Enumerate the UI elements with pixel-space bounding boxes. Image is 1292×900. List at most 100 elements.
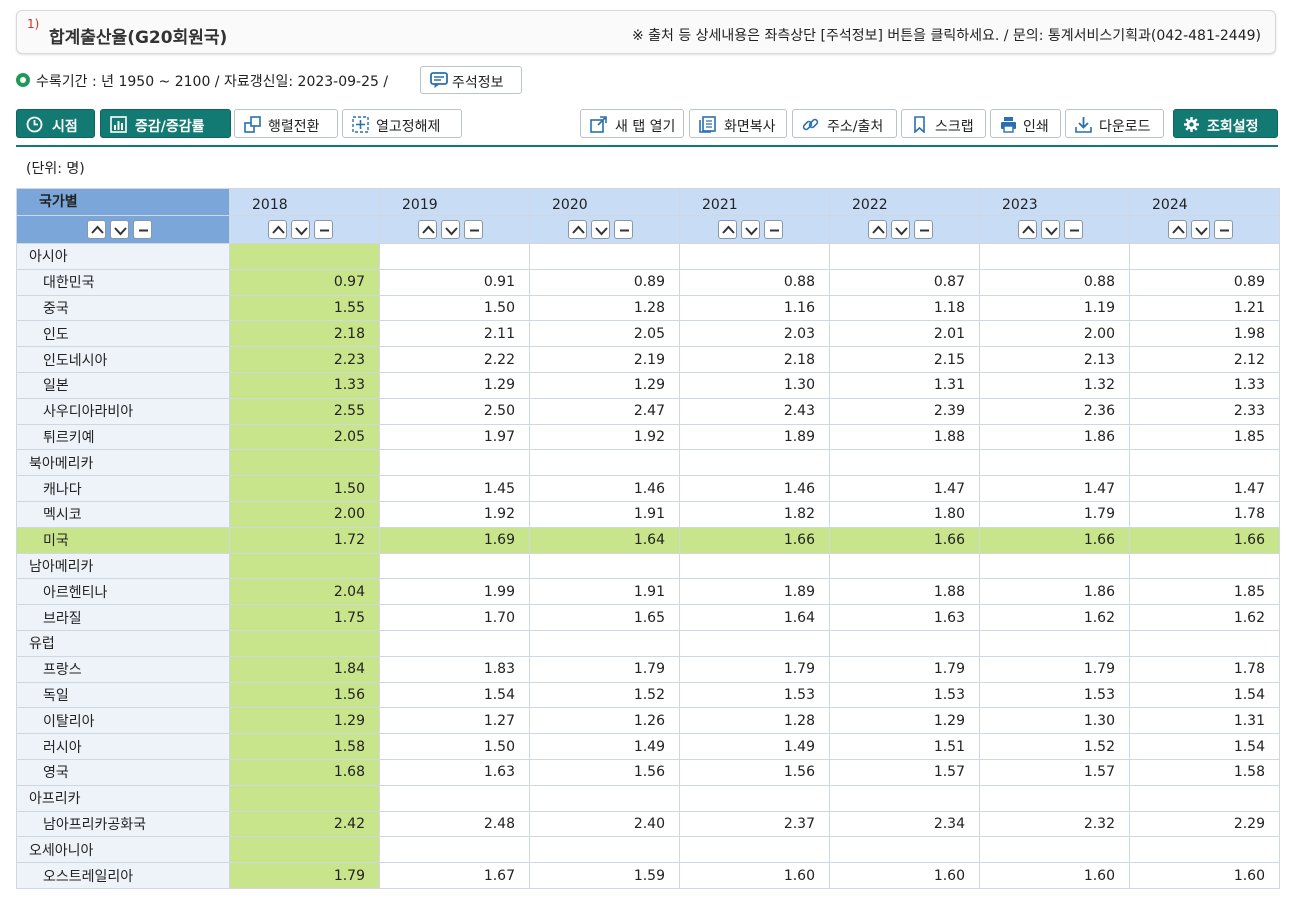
value-cell: 1.56 — [679, 758, 830, 786]
unfreeze-button[interactable]: 열고정해제 — [342, 109, 462, 138]
table-row[interactable]: 브라질 1.75 1.70 1.65 1.64 1.63 1.62 1.62 — [16, 604, 1280, 631]
screen-copy-button[interactable]: 화면복사 — [689, 109, 787, 138]
table-row[interactable]: 미국 1.72 1.69 1.64 1.66 1.66 1.66 1.66 — [16, 526, 1280, 554]
page-title: 합계출산율(G20회원국) — [49, 28, 228, 48]
empty-cell — [379, 449, 530, 477]
value-cell: 2.50 — [379, 397, 530, 425]
sort-reset-button[interactable] — [464, 220, 483, 239]
sort-reset-button[interactable] — [1214, 220, 1233, 239]
sort-ascending-button[interactable] — [268, 220, 287, 239]
group-row[interactable]: 아시아 — [16, 243, 1280, 270]
table-row[interactable]: 프랑스 1.84 1.83 1.79 1.79 1.79 1.79 1.78 — [16, 655, 1280, 683]
scrap-button[interactable]: 스크랩 — [901, 109, 986, 138]
country-name: 일본 — [16, 371, 230, 399]
pivot-button[interactable]: 행렬전환 — [234, 109, 338, 138]
sort-descending-button[interactable] — [441, 220, 460, 239]
value-cell: 2.23 — [229, 346, 380, 373]
value-cell: 0.89 — [529, 268, 680, 296]
sort-descending-button[interactable] — [110, 220, 129, 239]
table-row[interactable]: 일본 1.33 1.29 1.29 1.30 1.31 1.32 1.33 — [16, 371, 1280, 399]
new-tab-button-label: 새 탭 열기 — [615, 119, 676, 135]
value-cell: 1.79 — [979, 500, 1130, 528]
sort-ascending-button[interactable] — [568, 220, 587, 239]
table-row[interactable]: 인도네시아 2.23 2.22 2.19 2.18 2.15 2.13 2.12 — [16, 346, 1280, 373]
table-row[interactable]: 영국 1.68 1.63 1.56 1.56 1.57 1.57 1.58 — [16, 758, 1280, 786]
period-button[interactable]: 시점 — [16, 109, 95, 138]
sort-reset-button[interactable] — [764, 220, 783, 239]
footnote-button[interactable]: 주석정보 — [420, 66, 522, 94]
table-row[interactable]: 튀르키예 2.05 1.97 1.92 1.89 1.88 1.86 1.85 — [16, 423, 1280, 451]
value-cell: 1.60 — [829, 862, 980, 889]
download-button[interactable]: 다운로드 — [1065, 109, 1164, 138]
table-row[interactable]: 사우디아라비아 2.55 2.50 2.47 2.43 2.39 2.36 2.33 — [16, 397, 1280, 425]
unit-label: (단위: 명) — [26, 161, 85, 177]
sort-descending-button[interactable] — [1041, 220, 1060, 239]
value-cell: 0.87 — [829, 268, 980, 296]
sort-descending-button[interactable] — [891, 220, 910, 239]
sort-reset-button[interactable] — [914, 220, 933, 239]
empty-cell — [379, 629, 530, 657]
value-cell: 1.68 — [229, 758, 380, 786]
value-cell: 2.18 — [679, 346, 830, 373]
footnote-marker[interactable]: 1) — [27, 17, 39, 31]
value-cell: 0.89 — [1129, 268, 1280, 296]
group-row[interactable]: 오세아니아 — [16, 836, 1280, 864]
value-cell: 1.63 — [829, 604, 980, 631]
comment-icon — [430, 72, 448, 88]
sort-ascending-button[interactable] — [418, 220, 437, 239]
sort-descending-button[interactable] — [291, 220, 310, 239]
table-row[interactable]: 아르헨티나 2.04 1.99 1.91 1.89 1.88 1.86 1.85 — [16, 578, 1280, 606]
empty-cell — [529, 449, 680, 477]
sort-descending-button[interactable] — [591, 220, 610, 239]
sort-reset-button[interactable] — [314, 220, 333, 239]
table-row[interactable]: 대한민국 0.97 0.91 0.89 0.88 0.87 0.88 0.89 — [16, 268, 1280, 296]
pivot-icon — [244, 116, 261, 133]
query-settings-button[interactable]: 조회설정 — [1173, 109, 1278, 138]
value-cell: 1.51 — [829, 733, 980, 760]
country-name: 사우디아라비아 — [16, 397, 230, 425]
sort-ascending-button[interactable] — [868, 220, 887, 239]
value-cell: 1.29 — [229, 707, 380, 735]
region-name: 북아메리카 — [16, 449, 230, 477]
empty-cell — [679, 552, 830, 580]
table-row[interactable]: 오스트레일리아 1.79 1.67 1.59 1.60 1.60 1.60 1.60 — [16, 862, 1280, 889]
sort-reset-button[interactable] — [133, 220, 152, 239]
value-cell: 1.28 — [679, 707, 830, 735]
sort-reset-button[interactable] — [1064, 220, 1083, 239]
sort-ascending-button[interactable] — [718, 220, 737, 239]
table-row[interactable]: 중국 1.55 1.50 1.28 1.16 1.18 1.19 1.21 — [16, 294, 1280, 322]
value-cell: 1.56 — [229, 681, 380, 709]
table-row[interactable]: 캐나다 1.50 1.45 1.46 1.46 1.47 1.47 1.47 — [16, 475, 1280, 502]
value-cell: 2.12 — [1129, 346, 1280, 373]
value-cell: 1.46 — [679, 475, 830, 502]
new-tab-button[interactable]: 새 탭 열기 — [580, 109, 684, 138]
sort-ascending-button[interactable] — [87, 220, 106, 239]
table-row[interactable]: 멕시코 2.00 1.92 1.91 1.82 1.80 1.79 1.78 — [16, 500, 1280, 528]
group-row[interactable]: 북아메리카 — [16, 449, 1280, 477]
value-cell: 1.85 — [1129, 578, 1280, 606]
group-row[interactable]: 남아메리카 — [16, 552, 1280, 580]
table-row[interactable]: 러시아 1.58 1.50 1.49 1.49 1.51 1.52 1.54 — [16, 733, 1280, 760]
table-row[interactable]: 독일 1.56 1.54 1.52 1.53 1.53 1.53 1.54 — [16, 681, 1280, 709]
value-cell: 1.58 — [229, 733, 380, 760]
value-cell: 1.91 — [529, 500, 680, 528]
group-row[interactable]: 유럽 — [16, 629, 1280, 657]
table-row[interactable]: 이탈리아 1.29 1.27 1.26 1.28 1.29 1.30 1.31 — [16, 707, 1280, 735]
print-button[interactable]: 인쇄 — [990, 109, 1061, 138]
group-row[interactable]: 아프리카 — [16, 784, 1280, 812]
table-row[interactable]: 남아프리카공화국 2.42 2.48 2.40 2.37 2.34 2.32 2.29 — [16, 810, 1280, 838]
change-rate-button[interactable]: 증감/증감률 — [100, 109, 231, 138]
value-cell: 1.83 — [379, 655, 530, 683]
sort-descending-button[interactable] — [741, 220, 760, 239]
url-source-button[interactable]: 주소/출처 — [792, 109, 897, 138]
scrap-button-label: 스크랩 — [935, 119, 974, 135]
pivot-button-label: 행렬전환 — [268, 119, 320, 135]
sort-reset-button[interactable] — [614, 220, 633, 239]
sort-ascending-button[interactable] — [1018, 220, 1037, 239]
sort-ascending-button[interactable] — [1168, 220, 1187, 239]
chevron-down-icon — [895, 227, 908, 236]
table-row[interactable]: 인도 2.18 2.11 2.05 2.03 2.01 2.00 1.98 — [16, 320, 1280, 348]
value-cell: 2.15 — [829, 346, 980, 373]
value-cell: 1.49 — [529, 733, 680, 760]
sort-descending-button[interactable] — [1191, 220, 1210, 239]
